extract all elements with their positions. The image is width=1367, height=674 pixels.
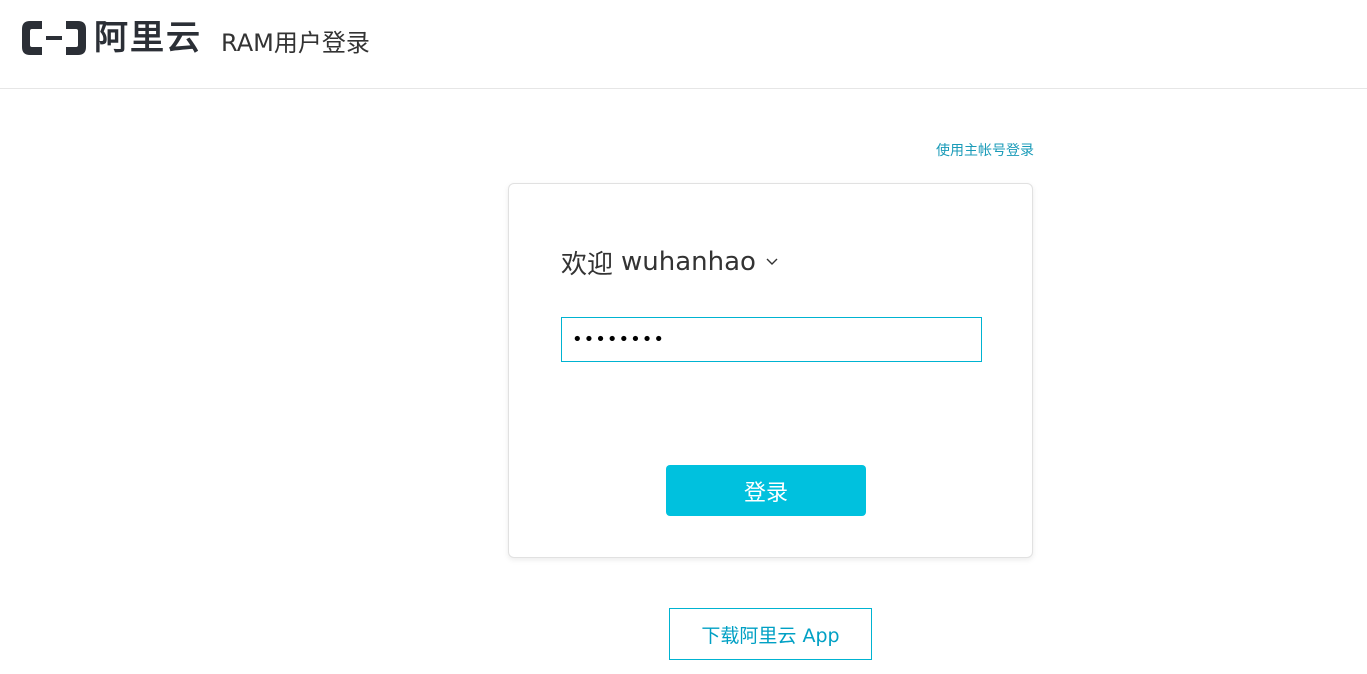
account-switcher[interactable]: 欢迎 wuhanhao (561, 242, 778, 282)
username-label: wuhanhao (621, 247, 756, 277)
download-app-button[interactable]: 下载阿里云 App (669, 608, 872, 660)
aliyun-logo-icon (22, 21, 86, 55)
welcome-prefix: 欢迎 (561, 249, 614, 280)
primary-account-login-link[interactable]: 使用主帐号登录 (910, 141, 1034, 161)
login-button[interactable]: 登录 (666, 465, 866, 516)
logo-text: 阿里云 (94, 18, 202, 58)
page-title: RAM用户登录 (221, 29, 370, 57)
password-input[interactable] (561, 317, 982, 362)
login-card: 欢迎 wuhanhao 登录 (508, 183, 1033, 558)
page-header: 阿里云 RAM用户登录 (0, 0, 1367, 89)
aliyun-logo[interactable]: 阿里云 (20, 17, 202, 59)
chevron-down-icon[interactable] (766, 258, 778, 266)
